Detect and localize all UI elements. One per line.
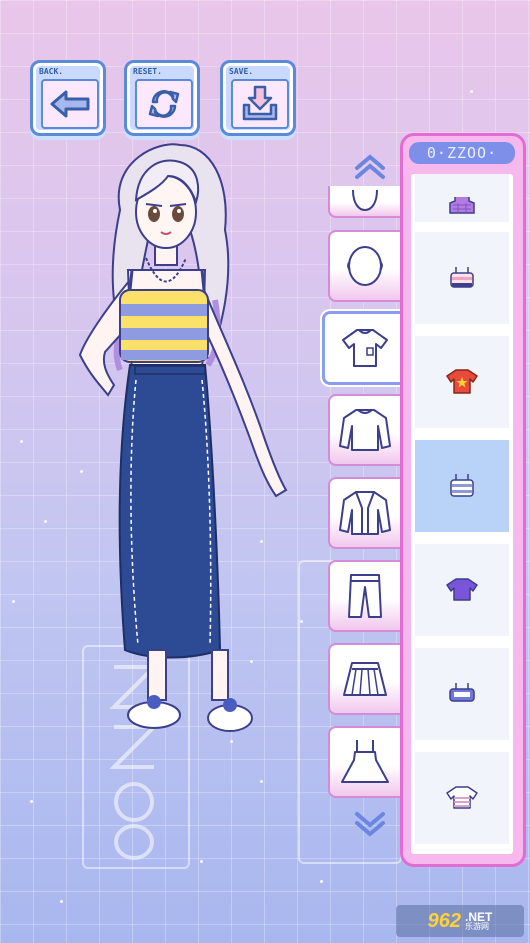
category-tab-jacket[interactable]: [328, 477, 400, 549]
category-tab-head[interactable]: [328, 230, 400, 302]
item-slot-pink-striped-bandeau[interactable]: [415, 232, 509, 324]
arrow-left-icon: [50, 90, 90, 118]
back-label: BACK.: [39, 67, 64, 76]
back-button[interactable]: BACK.: [30, 60, 106, 136]
sparkle: [260, 780, 263, 783]
download-icon: [242, 85, 278, 121]
sparkle: [470, 90, 473, 93]
category-tab-long-sleeve[interactable]: [328, 394, 400, 466]
character-top: [119, 289, 209, 363]
sparkle: [200, 860, 203, 863]
chevron-down-icon: [355, 812, 385, 837]
pink-striped-bandeau-icon: [450, 267, 474, 288]
item-slot-striped-tee[interactable]: [415, 752, 509, 844]
refresh-icon: [148, 90, 180, 118]
sparkle: [30, 800, 33, 803]
reset-button[interactable]: RESET.: [124, 60, 200, 136]
item-slot-purple-tee[interactable]: [415, 544, 509, 636]
pants-icon: [348, 574, 382, 618]
category-scroll-down-button[interactable]: [350, 810, 390, 838]
jacket-icon: [339, 491, 391, 535]
item-slot-red-star-tee[interactable]: [415, 336, 509, 428]
watermark-logo: 962 .NET 乐游网: [396, 905, 524, 937]
blue-logo-tube-icon: [449, 683, 475, 702]
category-tab-tops[interactable]: [322, 311, 408, 385]
watermark-number: 962: [427, 909, 462, 932]
sparkle: [320, 880, 323, 883]
reset-label: RESET.: [133, 67, 162, 76]
save-button[interactable]: SAVE.: [220, 60, 296, 136]
save-label: SAVE.: [229, 67, 254, 76]
sparkle: [44, 520, 47, 523]
striped-cami-icon: [450, 474, 474, 497]
category-scroll-up-button[interactable]: [350, 152, 390, 180]
category-tab-pants[interactable]: [328, 560, 400, 632]
purple-crop-top-icon: [449, 197, 475, 214]
skirt-icon: [343, 662, 387, 696]
item-slot-striped-cami[interactable]: [415, 440, 509, 532]
dress-icon: [341, 740, 389, 783]
face-icon: [352, 190, 378, 212]
panel-title: 0·ZZOO·: [409, 142, 515, 164]
head-icon: [347, 246, 383, 286]
character: [78, 143, 288, 732]
category-tab-skirt[interactable]: [328, 643, 400, 715]
red-star-tee-icon: [446, 369, 478, 394]
item-panel: 0·ZZOO·: [400, 133, 526, 867]
tshirt-icon: [342, 329, 388, 367]
category-tab-face[interactable]: [328, 186, 400, 218]
chevron-up-icon: [355, 154, 385, 179]
watermark-subtitle: 乐游网: [465, 922, 490, 931]
category-tab-dress[interactable]: [328, 726, 400, 798]
item-list[interactable]: [411, 174, 513, 854]
item-slot-blue-logo-tube[interactable]: [415, 648, 509, 740]
item-slot-purple-crop-top[interactable]: [415, 174, 509, 222]
sparkle: [60, 900, 63, 903]
sparkle: [20, 440, 23, 443]
purple-tee-icon: [446, 578, 478, 601]
striped-tee-icon: [446, 786, 478, 809]
sparkle: [12, 600, 15, 603]
longsleeve-icon: [339, 409, 391, 451]
